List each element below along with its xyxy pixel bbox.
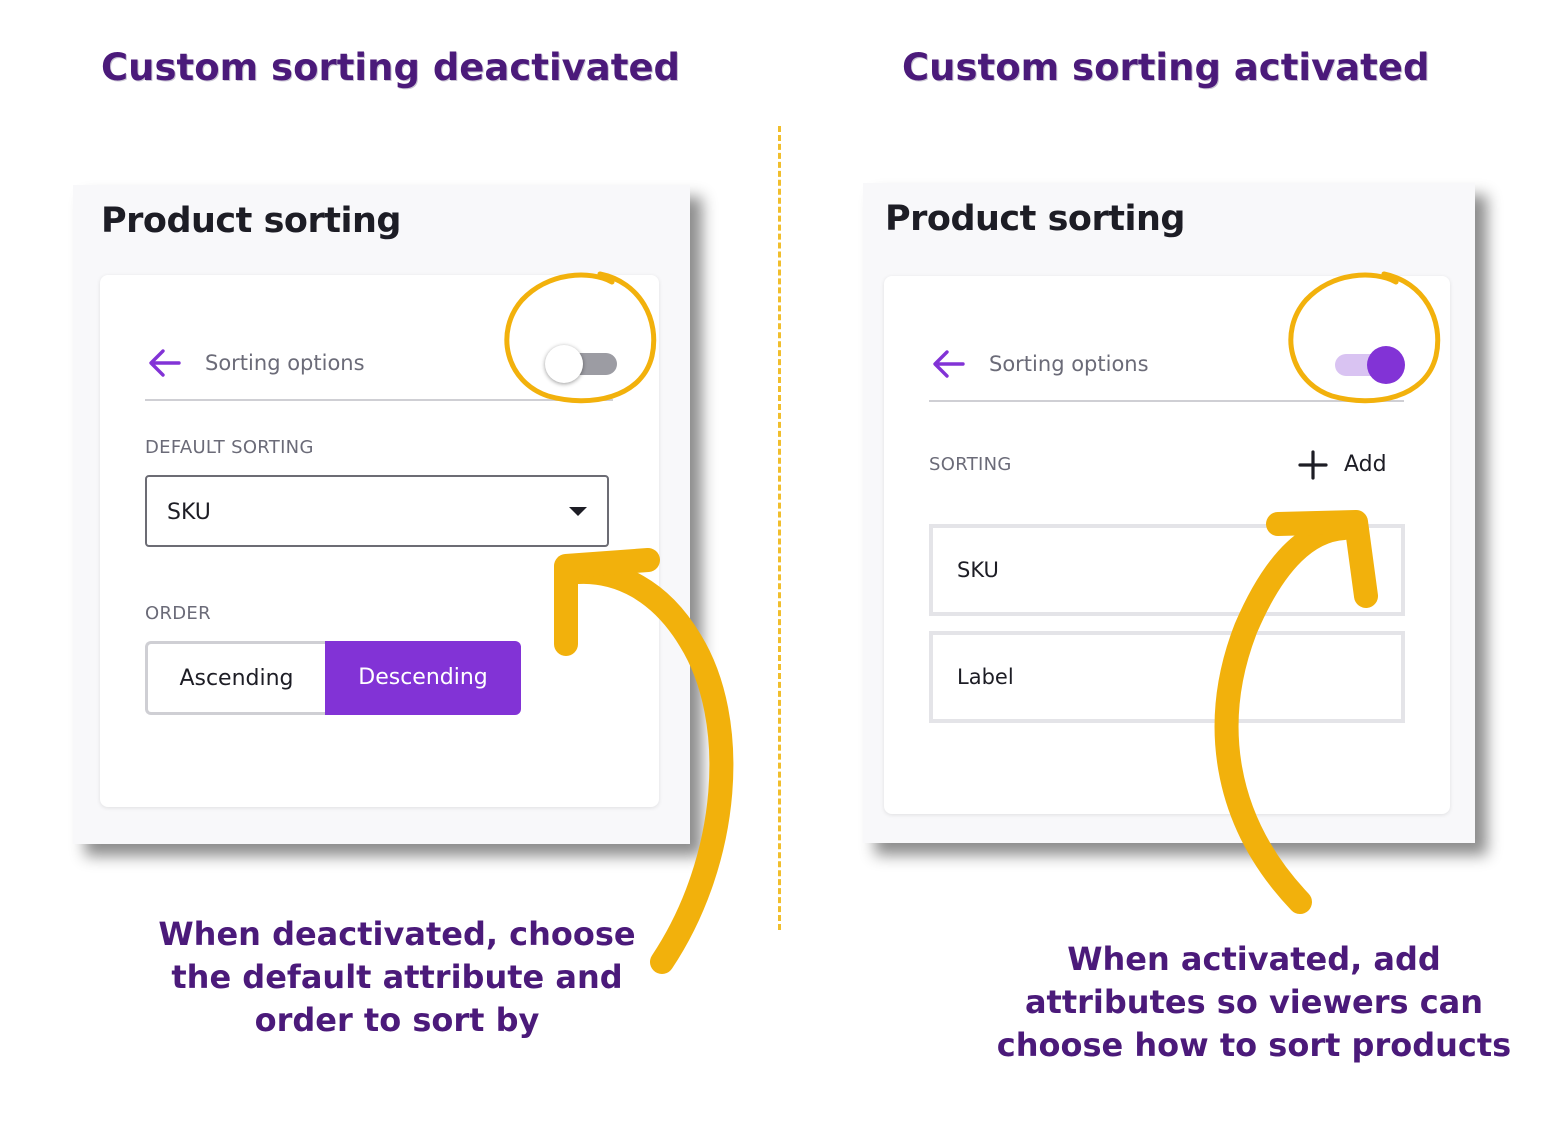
back-arrow-icon[interactable]: [929, 344, 969, 384]
caption-deactivated: When deactivated, choose the default att…: [137, 913, 657, 1042]
plus-icon: [1298, 450, 1328, 480]
caption-line: When activated, add: [1067, 940, 1441, 978]
dashed-divider: [778, 126, 781, 930]
panel-activated: Product sorting Sorting options SORTING …: [863, 183, 1475, 843]
panel-deactivated: Product sorting Sorting options DEFAULT …: [73, 185, 690, 844]
sorting-item-label-row[interactable]: Label: [929, 631, 1405, 723]
add-label: Add: [1344, 452, 1387, 477]
caret-down-icon: [569, 507, 587, 516]
default-sorting-select[interactable]: SKU: [145, 475, 609, 547]
caption-line: the default attribute and: [171, 958, 623, 996]
caption-activated: When activated, add attributes so viewer…: [984, 938, 1524, 1067]
select-value: SKU: [167, 500, 211, 525]
order-descending-button[interactable]: Descending: [325, 641, 521, 715]
heading-activated: Custom sorting activated: [902, 46, 1430, 89]
sorting-item-label: Label: [957, 665, 1014, 689]
toggle-knob: [1367, 346, 1405, 384]
caption-line: When deactivated, choose: [158, 915, 636, 953]
custom-sorting-toggle[interactable]: [545, 345, 621, 383]
panel-title: Product sorting: [101, 201, 401, 241]
sorting-item-label: SKU: [957, 558, 999, 582]
sorting-card: Sorting options SORTING Add SKU Label: [884, 276, 1450, 814]
sorting-card: Sorting options DEFAULT SORTING SKU ORDE…: [100, 275, 659, 807]
default-sorting-label: DEFAULT SORTING: [145, 437, 314, 458]
heading-deactivated: Custom sorting deactivated: [101, 46, 681, 89]
order-ascending-button[interactable]: Ascending: [145, 641, 325, 715]
sorting-item-sku[interactable]: SKU: [929, 524, 1405, 616]
card-header: Sorting options: [145, 309, 617, 401]
panel-title: Product sorting: [885, 199, 1185, 239]
sorting-options-label: Sorting options: [989, 352, 1149, 376]
caption-line: choose how to sort products: [996, 1026, 1512, 1064]
card-header: Sorting options: [929, 310, 1405, 402]
order-label: ORDER: [145, 603, 211, 624]
caption-line: attributes so viewers can: [1024, 983, 1484, 1021]
caption-line: order to sort by: [254, 1001, 540, 1039]
sorting-label: SORTING: [929, 454, 1012, 475]
custom-sorting-toggle[interactable]: [1333, 346, 1405, 384]
sorting-options-label: Sorting options: [205, 351, 365, 375]
toggle-knob: [545, 345, 583, 383]
back-arrow-icon[interactable]: [145, 343, 185, 383]
